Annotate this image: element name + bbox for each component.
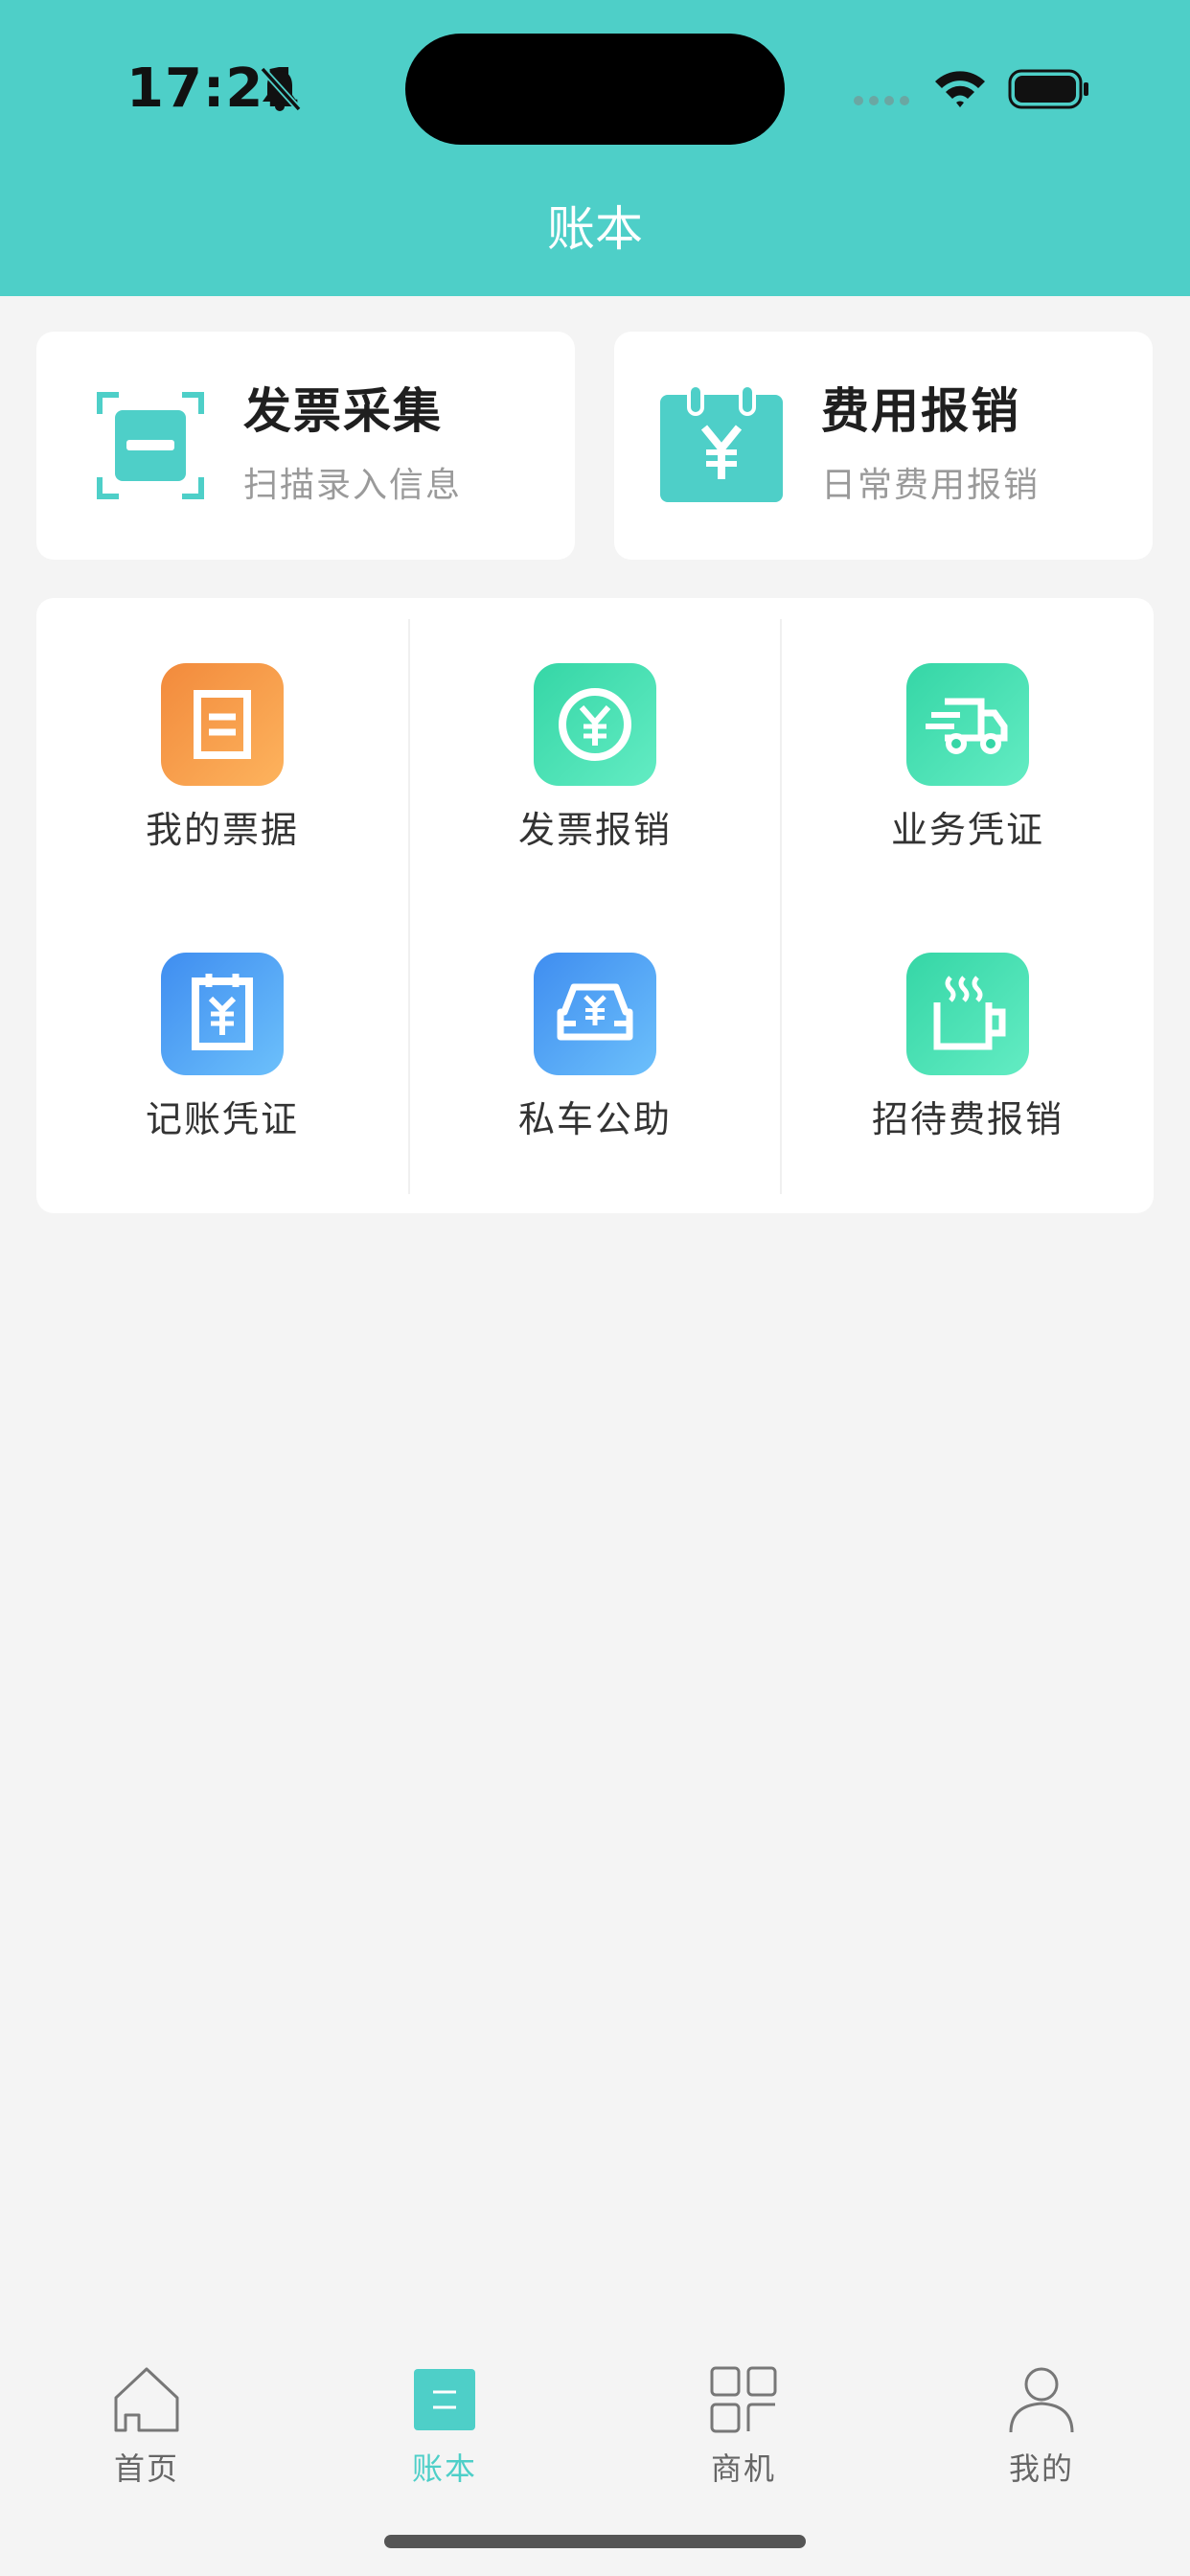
card-title: 费用报销 [821,383,1020,439]
ledger-icon [414,2369,475,2430]
grid-item-label: 发票报销 [517,809,672,851]
ledger-yuan-icon [161,953,284,1075]
grid-item-my-receipts[interactable]: 我的票据 [36,598,408,886]
tab-profile[interactable]: 我的 [946,2342,1137,2496]
grid-item-ledger-voucher[interactable]: 记账凭证 [36,887,408,1175]
app-header: 17:21 账本 [0,0,1190,296]
yuan-coin-icon [534,663,656,786]
tab-label: 首页 [113,2450,179,2487]
tab-home[interactable]: 首页 [51,2342,242,2496]
grid-item-invoice-reimburse[interactable]: 发票报销 [409,598,781,886]
card-subtitle: 扫描录入信息 [243,466,463,505]
grid-item-entertainment-reimburse[interactable]: 招待费报销 [782,887,1154,1175]
grid-item-private-car[interactable]: 私车公助 [409,887,781,1175]
cellular-signal-icon [854,96,909,105]
grid-icon [710,2366,777,2433]
grid-item-label: 私车公助 [517,1098,672,1140]
home-indicator [384,2535,806,2548]
tab-label: 我的 [1008,2450,1074,2487]
bell-muted-icon [260,66,302,112]
grid-item-label: 我的票据 [145,809,299,851]
person-icon [1009,2367,1074,2433]
function-grid: 我的票据 发票报销 业务凭证 记账凭证 私车公助 招待费报销 [36,598,1154,1213]
tab-label: 商机 [710,2450,776,2487]
scan-icon [97,392,204,499]
receipt-icon [161,663,284,786]
card-subtitle: 日常费用报销 [821,466,1041,505]
hot-cup-icon [906,953,1029,1075]
dynamic-island [405,34,785,145]
tab-business[interactable]: 商机 [648,2342,839,2496]
car-yuan-icon [534,953,656,1075]
calendar-yuan-icon [660,385,783,502]
wifi-icon [935,71,985,107]
grid-item-business-voucher[interactable]: 业务凭证 [782,598,1154,886]
tab-ledger[interactable]: 账本 [349,2342,540,2496]
grid-item-label: 招待费报销 [871,1098,1064,1140]
delivery-truck-icon [906,663,1029,786]
page-title: 账本 [547,201,643,257]
tab-label: 账本 [411,2450,477,2487]
status-bar: 17:21 [0,0,1190,172]
home-icon [114,2367,179,2432]
battery-icon [1008,69,1088,109]
expense-reimburse-card[interactable]: 费用报销 日常费用报销 [614,332,1153,560]
grid-item-label: 业务凭证 [890,809,1044,851]
card-title: 发票采集 [243,383,443,439]
grid-item-label: 记账凭证 [145,1098,299,1140]
invoice-collect-card[interactable]: 发票采集 扫描录入信息 [36,332,575,560]
